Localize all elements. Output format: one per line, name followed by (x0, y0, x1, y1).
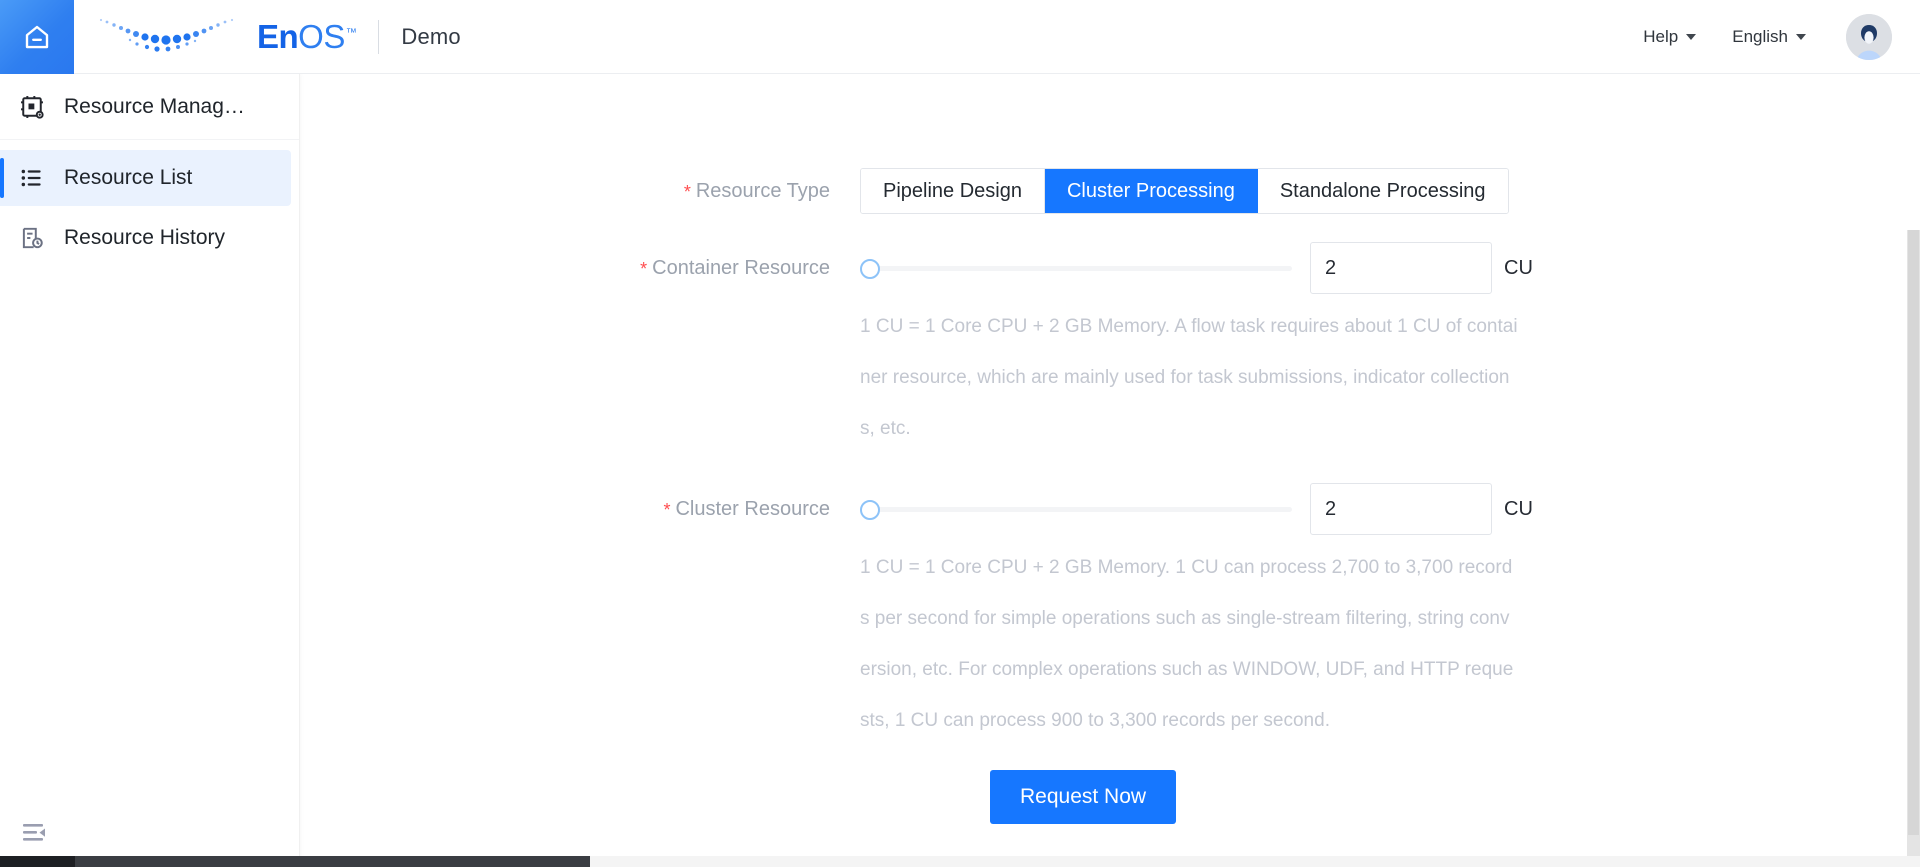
language-menu[interactable]: English (1714, 19, 1824, 55)
resource-type-row: * Resource Type Pipeline Design Cluster P… (300, 168, 1900, 215)
resource-type-control: Pipeline Design Cluster Processing Stand… (860, 168, 1900, 214)
menu-fold-icon (22, 820, 52, 851)
enos-dots-icon (99, 12, 251, 61)
sidebar-item-label: Resource History (64, 226, 226, 249)
resource-request-form: * Resource Type Pipeline Design Cluster P… (300, 74, 1900, 824)
home-icon (22, 22, 52, 52)
container-resource-control: CU 1 CU = 1 Core CPU + 2 GB Memory. A fl… (860, 242, 1900, 460)
tenant-label: Demo (401, 23, 461, 49)
slider-handle[interactable] (860, 500, 880, 520)
sidebar: Resource Manag… Resource List Resource H… (0, 74, 300, 867)
cluster-resource-control: CU 1 CU = 1 Core CPU + 2 GB Memory. 1 CU… (860, 483, 1900, 752)
sidebar-item-resource-history[interactable]: Resource History (0, 210, 291, 266)
segment-standalone-processing[interactable]: Standalone Processing (1257, 169, 1508, 213)
help-menu[interactable]: Help (1625, 19, 1714, 55)
sidebar-menu: Resource List Resource History (0, 140, 299, 266)
horizontal-scrollbar[interactable] (0, 856, 1920, 867)
segment-pipeline-design[interactable]: Pipeline Design (861, 169, 1045, 213)
required-asterisk: * (683, 182, 691, 202)
sidebar-item-resource-list[interactable]: Resource List (0, 150, 291, 206)
cluster-resource-row: *Cluster Resource CU 1 CU = 1 Core CPU +… (300, 483, 1900, 752)
language-label: English (1732, 26, 1788, 46)
container-resource-label: * Container Resource (300, 245, 860, 292)
submit-row: Request Now (300, 770, 1900, 824)
slider-track (872, 266, 1292, 271)
slider-handle[interactable] (860, 259, 880, 279)
top-navigation-bar: EnOS™ Demo Help English (0, 0, 1920, 74)
enos-wordmark: EnOS™ (257, 18, 357, 55)
chevron-down-icon (1796, 33, 1806, 40)
required-asterisk: * (663, 500, 671, 520)
horizontal-scrollbar-thumb[interactable] (0, 856, 75, 867)
sidebar-collapse-button[interactable] (22, 821, 52, 849)
brand-logo[interactable]: EnOS™ (99, 0, 357, 74)
container-resource-slider-row: CU (860, 242, 1900, 294)
cluster-resource-slider-row: CU (860, 483, 1900, 535)
logo-tm: ™ (345, 27, 357, 39)
main-content: * Resource Type Pipeline Design Cluster P… (300, 74, 1920, 867)
container-resource-unit: CU (1504, 256, 1533, 279)
resource-type-segmented-control: Pipeline Design Cluster Processing Stand… (860, 168, 1509, 214)
avatar[interactable] (1846, 13, 1892, 60)
logo-os: OS (298, 18, 345, 55)
slider-track (872, 507, 1292, 512)
horizontal-scrollbar-track-dark[interactable] (0, 856, 590, 867)
cluster-resource-unit: CU (1504, 497, 1533, 520)
sidebar-header[interactable]: Resource Manag… (0, 74, 299, 140)
resource-chip-icon (18, 93, 46, 121)
cluster-resource-label-text: Cluster Resource (675, 498, 830, 520)
app-root: EnOS™ Demo Help English Resource Manag… … (0, 0, 1920, 867)
container-resource-row: *Container Resource CU 1 CU = 1 Core CPU… (300, 242, 1900, 460)
vertical-scrollbar[interactable] (1907, 230, 1920, 867)
vertical-scrollbar-thumb[interactable] (1908, 230, 1919, 835)
brand-divider (378, 19, 380, 54)
container-resource-slider[interactable] (860, 245, 1292, 291)
cluster-resource-label: * Cluster Resource (300, 486, 860, 533)
logo-en: En (257, 18, 299, 55)
cluster-resource-help-text: 1 CU = 1 Core CPU + 2 GB Memory. 1 CU ca… (860, 557, 1514, 731)
history-file-icon (18, 225, 46, 251)
user-avatar-icon (1846, 13, 1892, 60)
resource-type-label: * Resource Type (300, 168, 860, 215)
topbar-actions: Help English (1625, 13, 1920, 60)
list-icon (18, 165, 46, 191)
sidebar-item-label: Resource List (64, 166, 193, 189)
chevron-down-icon (1686, 33, 1697, 40)
home-button[interactable] (0, 0, 74, 74)
sidebar-header-label: Resource Manag… (64, 94, 245, 118)
container-resource-help-text: 1 CU = 1 Core CPU + 2 GB Memory. A flow … (860, 316, 1518, 439)
cluster-resource-input[interactable] (1310, 483, 1492, 535)
segment-cluster-processing[interactable]: Cluster Processing (1044, 169, 1258, 213)
submit-spacer (300, 770, 860, 824)
help-label: Help (1643, 26, 1679, 46)
request-now-button[interactable]: Request Now (990, 770, 1177, 824)
cluster-resource-slider[interactable] (860, 486, 1292, 532)
container-resource-input[interactable] (1310, 242, 1492, 294)
required-asterisk: * (640, 259, 648, 279)
resource-type-label-text: Resource Type (695, 180, 830, 202)
container-resource-label-text: Container Resource (652, 257, 830, 279)
